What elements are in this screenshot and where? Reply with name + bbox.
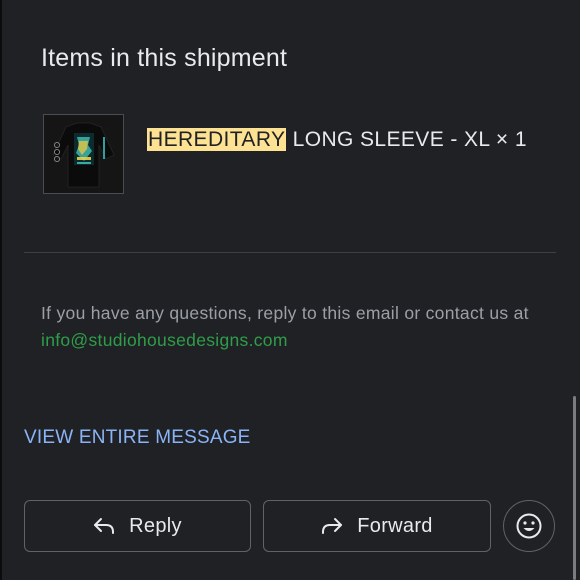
forward-arrow-icon — [322, 518, 343, 534]
forward-label: Forward — [357, 514, 433, 537]
long-sleeve-shirt-icon — [44, 115, 123, 193]
scrollbar[interactable] — [573, 396, 576, 580]
contact-text: If you have any questions, reply to this… — [41, 303, 529, 323]
forward-button[interactable]: Forward — [263, 500, 491, 552]
reply-arrow-icon — [94, 518, 115, 534]
contact-paragraph: If you have any questions, reply to this… — [41, 300, 541, 354]
product-thumbnail[interactable] — [43, 114, 124, 194]
smiley-face-icon — [516, 513, 542, 539]
contact-email-link[interactable]: info@studiohousedesigns.com — [41, 330, 288, 350]
window-edge — [0, 0, 2, 580]
product-name-highlight: HEREDITARY — [147, 128, 287, 151]
reply-button[interactable]: Reply — [24, 500, 251, 552]
section-divider — [24, 252, 556, 253]
section-title: Items in this shipment — [41, 44, 288, 72]
product-name-details: LONG SLEEVE - XL × 1 — [286, 128, 527, 151]
view-entire-message-link[interactable]: VIEW ENTIRE MESSAGE — [24, 427, 251, 449]
emoji-reaction-button[interactable] — [503, 500, 555, 552]
reply-label: Reply — [129, 514, 182, 537]
product-item-line: HEREDITARY LONG SLEEVE - XL × 1 — [147, 128, 527, 152]
